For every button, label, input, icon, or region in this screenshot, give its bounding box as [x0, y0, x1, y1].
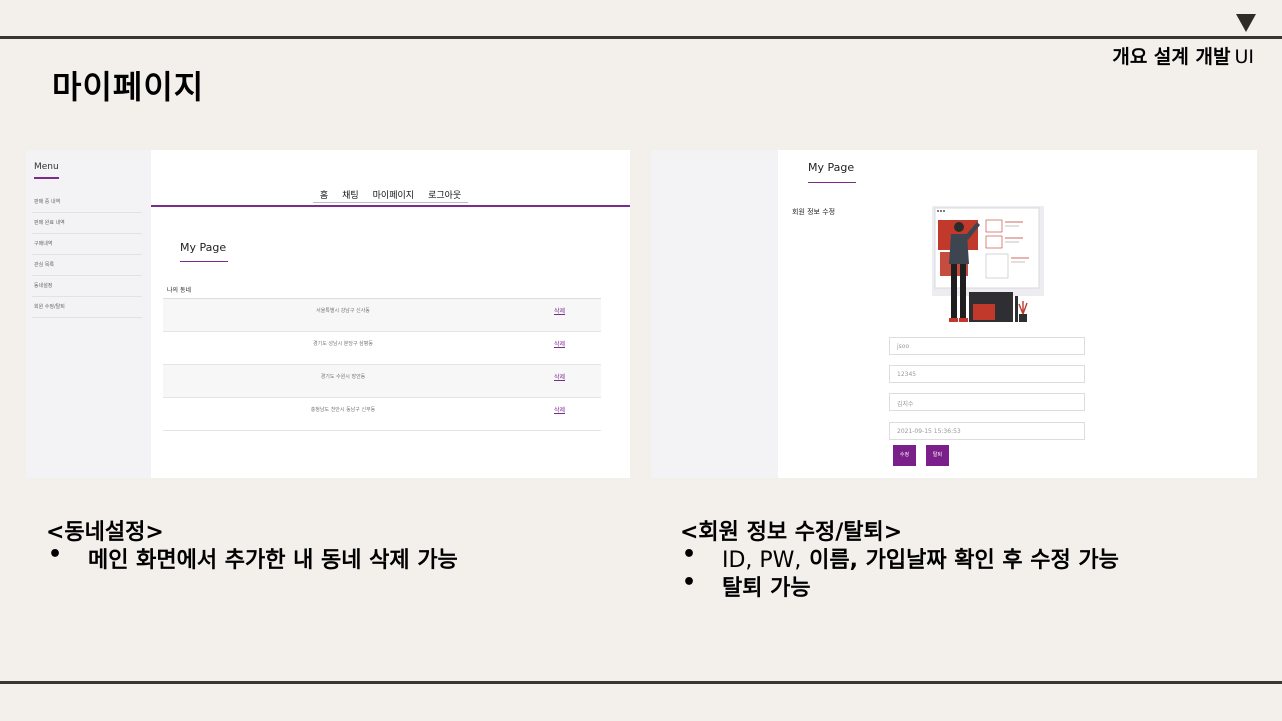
name-field[interactable]: 김지수: [889, 393, 1085, 411]
nav-chat[interactable]: 채팅: [335, 188, 366, 203]
table-row: 경기도 성남시 분당구 삼평동 삭제: [163, 332, 601, 365]
slide-title: 마이페이지: [52, 68, 205, 106]
neighborhood-screenshot: Menu 판매 중 내역 판매 완료 내역 구매내역 관심 목록 동네설정 회원…: [26, 150, 630, 478]
top-divider: [0, 36, 1282, 39]
table-header: 나의 동네: [163, 286, 601, 299]
neighborhood-table: 나의 동네 서울특별시 강남구 신사동 삭제 경기도 성남시 분당구 삼평동 삭…: [163, 286, 601, 431]
section-label: 회원 정보 수정: [792, 208, 836, 216]
id-field[interactable]: jsoo: [889, 337, 1085, 355]
row-address: 서울특별시 강남구 신사동: [316, 308, 370, 314]
account-screenshot: My Page 회원 정보 수정 jsoo 12345 김지수 2021-09-…: [651, 150, 1257, 478]
sidebar-item-purchases[interactable]: 구매내역: [32, 234, 142, 255]
delete-link[interactable]: 삭제: [554, 372, 565, 381]
person-board-illustration: [932, 206, 1044, 322]
nav-logout[interactable]: 로그아웃: [421, 188, 469, 203]
page-title: My Page: [808, 161, 855, 174]
row-address: 경기도 수원시 장안동: [320, 374, 366, 380]
bottom-divider: [0, 681, 1282, 684]
table-row: 충청남도 천안시 동남구 신부동 삭제: [163, 398, 601, 431]
right-bullet-text: 탈퇴 가능: [722, 576, 811, 601]
sidebar-item-selling[interactable]: 판매 중 내역: [32, 192, 142, 213]
nav-home[interactable]: 홈: [312, 188, 336, 203]
sidebar-title-underline: [34, 177, 59, 179]
sidebar-item-wishlist[interactable]: 관심 목록: [32, 255, 142, 276]
sidebar-item-account[interactable]: 회원 수정/탈퇴: [32, 297, 142, 318]
section-tag-suffix: UI: [1234, 46, 1254, 68]
delete-link[interactable]: 삭제: [554, 339, 565, 348]
withdraw-button[interactable]: 탈퇴: [926, 445, 949, 466]
nav-mypage[interactable]: 마이페이지: [365, 188, 422, 203]
sidebar-title: Menu: [34, 162, 59, 172]
left-bullet-text: 메인 화면에서 추가한 내 동네 삭제 가능: [88, 548, 458, 573]
left-bullet-1: • 메인 화면에서 추가한 내 동네 삭제 가능: [48, 542, 528, 573]
table-row: 서울특별시 강남구 신사동 삭제: [163, 299, 601, 332]
sidebar: [651, 150, 778, 478]
join-date-field[interactable]: 2021-09-15 15:36:53: [889, 422, 1085, 440]
page-title-underline: [180, 261, 228, 262]
nav-accent-bar: [151, 205, 630, 207]
page-title-underline: [808, 182, 856, 183]
top-nav: 홈 채팅 마이페이지 로그아웃: [151, 150, 630, 207]
sidebar-item-neighborhood[interactable]: 동네설정: [32, 276, 142, 297]
triangle-marker-icon: [1236, 14, 1256, 32]
bullet-icon: •: [682, 542, 697, 567]
edit-button[interactable]: 수정: [893, 445, 916, 466]
row-address: 경기도 성남시 분당구 삼평동: [313, 341, 373, 347]
right-bullet-1: • ID, PW, 이름, 가입날짜 확인 후 수정 가능: [682, 542, 1242, 573]
password-field[interactable]: 12345: [889, 365, 1085, 383]
section-tag: 개요 설계 개발 UI: [1112, 42, 1254, 69]
row-address: 충청남도 천안시 동남구 신부동: [310, 407, 376, 413]
delete-link[interactable]: 삭제: [554, 405, 565, 414]
bullet-icon: •: [682, 570, 697, 595]
bullet-icon: •: [48, 542, 63, 567]
sidebar-item-sold[interactable]: 판매 완료 내역: [32, 213, 142, 234]
delete-link[interactable]: 삭제: [554, 306, 565, 315]
section-tag-text: 개요 설계 개발: [1112, 46, 1231, 68]
page-title: My Page: [180, 241, 227, 254]
sidebar: Menu 판매 중 내역 판매 완료 내역 구매내역 관심 목록 동네설정 회원…: [26, 150, 151, 478]
right-bullet-2: • 탈퇴 가능: [682, 570, 1242, 601]
table-row: 경기도 수원시 장안동 삭제: [163, 365, 601, 398]
sidebar-menu: 판매 중 내역 판매 완료 내역 구매내역 관심 목록 동네설정 회원 수정/탈…: [32, 192, 142, 318]
